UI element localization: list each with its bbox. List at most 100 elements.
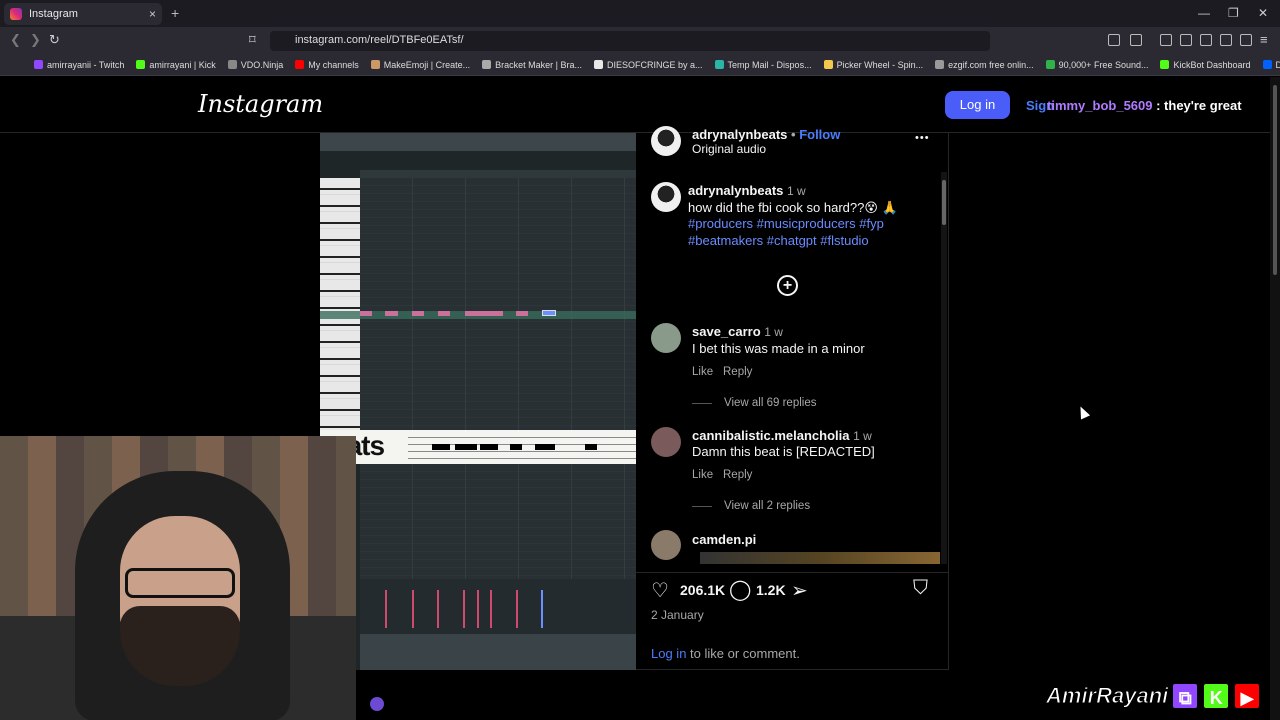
tab-title: Instagram: [29, 8, 78, 20]
redaction-bar: [480, 444, 498, 450]
bookmark-favicon-icon: [935, 60, 945, 69]
bookmark-icon[interactable]: ⛉: [913, 577, 928, 600]
forward-icon[interactable]: ❯: [30, 32, 41, 48]
post-author[interactable]: adrynalynbeats • Follow: [692, 127, 840, 142]
bookmark-item[interactable]: Dropbox: [1262, 60, 1280, 70]
page-scrollbar[interactable]: [1270, 77, 1280, 720]
bookmark-item[interactable]: amirrayanii - Twitch: [34, 60, 124, 70]
comment-text: I bet this was made in a minor: [692, 341, 865, 356]
velocity-bar: [385, 590, 387, 628]
bookmark-label: VDO.Ninja: [240, 59, 284, 70]
new-tab-button[interactable]: +: [171, 5, 179, 21]
extensions-icon[interactable]: [1108, 34, 1120, 46]
wallet-icon[interactable]: [1200, 34, 1212, 46]
url-input[interactable]: instagram.com/reel/DTBFe0EATsf/: [270, 31, 990, 51]
like-comment-button[interactable]: Like: [692, 366, 713, 378]
bookmark-favicon-icon: [136, 60, 146, 69]
fl-studio-toolbar: [320, 133, 636, 151]
bookmark-item[interactable]: Temp Mail - Dispos...: [714, 59, 812, 70]
login-prompt: Log in to like or comment.: [651, 646, 800, 661]
reel-video[interactable]: eats: [320, 133, 636, 670]
chat-text: : they're great: [1152, 98, 1242, 113]
bookmark-favicon-icon: [482, 60, 492, 69]
redaction-bar: [432, 444, 450, 450]
bookmark-item[interactable]: VDO.Ninja: [227, 59, 284, 70]
reply-button[interactable]: Reply: [723, 366, 752, 378]
bookmark-favicon-icon: [1045, 60, 1055, 69]
comment-user: save_carro: [692, 324, 761, 339]
back-icon[interactable]: ❮: [10, 32, 21, 48]
bookmark-item[interactable]: MakeEmoji | Create...: [370, 60, 470, 70]
comment-author[interactable]: save_carro 1 w: [692, 324, 783, 339]
comment-author[interactable]: cannibalistic.melancholia 1 w: [692, 428, 872, 443]
hashtags-line-1[interactable]: #producers #musicproducers #fyp: [688, 216, 884, 231]
heart-icon[interactable]: ♡: [651, 578, 669, 603]
view-replies-button[interactable]: View all 69 replies: [692, 397, 816, 409]
login-button[interactable]: Log in: [945, 91, 1010, 119]
redaction-bar: [510, 444, 522, 450]
music-icon[interactable]: [1160, 34, 1172, 46]
reply-button[interactable]: Reply: [723, 469, 752, 481]
note: [438, 311, 450, 316]
bookmark-item[interactable]: Picker Wheel - Spin...: [823, 59, 924, 70]
leo-icon[interactable]: [1220, 34, 1232, 46]
comments-scrollbar[interactable]: [941, 172, 947, 564]
login-link[interactable]: Log in: [651, 646, 686, 661]
piano-roll-grid: [360, 178, 636, 433]
comment-time: 1 w: [853, 429, 872, 443]
comment-text: Damn this beat is [REDACTED]: [692, 444, 875, 459]
bookmark-favicon-icon: [295, 60, 305, 69]
comment-icon[interactable]: ◯: [729, 577, 751, 602]
twitch-logo-icon: ⧉: [1171, 682, 1200, 710]
bookmark-label: My channels: [308, 59, 359, 70]
bookmark-page-icon[interactable]: ⌑: [249, 32, 256, 48]
share-icon[interactable]: ➢: [791, 578, 808, 603]
bookmark-favicon-icon: [1262, 60, 1272, 69]
like-comment-button[interactable]: Like: [692, 469, 713, 481]
minimize-button[interactable]: —: [1198, 6, 1210, 20]
hashtags-line-2[interactable]: #beatmakers #chatgpt #flstudio: [688, 233, 869, 248]
bookmark-item[interactable]: 90,000+ Free Sound...: [1045, 60, 1148, 70]
commenter-avatar[interactable]: [651, 427, 681, 457]
menu-icon[interactable]: ≡: [1260, 32, 1268, 47]
bookmark-label: Temp Mail - Dispos...: [727, 59, 812, 70]
bookmark-item[interactable]: Bracket Maker | Bra...: [482, 60, 582, 70]
window-close-button[interactable]: ✕: [1258, 6, 1268, 20]
instagram-logo[interactable]: Instagram: [198, 90, 323, 118]
bookmark-item[interactable]: ezgif.com free onlin...: [935, 60, 1034, 70]
view-replies-label: View all 69 replies: [724, 397, 817, 409]
bookmark-favicon-icon: [34, 60, 43, 69]
sidebar-icon[interactable]: [1130, 34, 1142, 46]
address-toolbar: ❮ ❯ ↻ ⌑ instagram.com/reel/DTBFe0EATsf/ …: [0, 27, 1280, 54]
bookmark-item[interactable]: DIESOFCRINGE by a...: [594, 60, 703, 70]
caption-time: 1 w: [787, 184, 806, 198]
tab-instagram[interactable]: Instagram ×: [4, 3, 162, 25]
follow-button[interactable]: Follow: [799, 127, 840, 142]
audio-label[interactable]: Original audio: [692, 142, 766, 156]
restore-button[interactable]: ❐: [1228, 6, 1239, 20]
likes-count: 206.1K: [680, 582, 726, 598]
vpn-icon[interactable]: [1240, 34, 1252, 46]
caption-author[interactable]: adrynalynbeats 1 w: [688, 183, 806, 198]
tab-close-icon[interactable]: ×: [149, 7, 156, 21]
more-options-icon[interactable]: •••: [915, 132, 930, 144]
add-comment-icon[interactable]: +: [777, 275, 798, 296]
author-avatar[interactable]: [651, 126, 681, 156]
bookmark-item[interactable]: KickBot Dashboard: [1160, 60, 1251, 70]
caption-author-avatar[interactable]: [651, 182, 681, 212]
bookmark-item[interactable]: amirrayani | Kick: [136, 60, 216, 70]
bookmark-item[interactable]: My channels: [295, 60, 359, 70]
comment-user[interactable]: camden.pi: [692, 532, 756, 547]
discord-icon[interactable]: [370, 697, 384, 711]
view-replies-button[interactable]: View all 2 replies: [692, 500, 810, 512]
commenter-avatar[interactable]: [651, 530, 681, 560]
bookmark-label: Picker Wheel - Spin...: [836, 59, 924, 70]
velocity-bar: [477, 590, 479, 628]
velocity-bar: [463, 590, 465, 628]
commenter-avatar[interactable]: [651, 323, 681, 353]
brand-name: AmirRayani: [1045, 683, 1169, 709]
split-view-icon[interactable]: [1180, 34, 1192, 46]
piano-roll-lower-grid: [360, 464, 636, 579]
reload-icon[interactable]: ↻: [49, 32, 60, 48]
selected-note: [542, 310, 556, 316]
